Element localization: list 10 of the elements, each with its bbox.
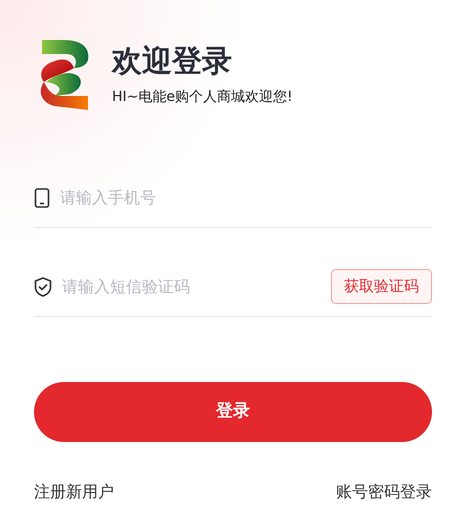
password-login-link[interactable]: 账号密码登录 <box>336 480 432 504</box>
shield-check-icon <box>34 276 52 296</box>
register-link[interactable]: 注册新用户 <box>34 480 114 504</box>
input-field[interactable]: 请输入手机号 <box>60 186 432 210</box>
welcome-title: 欢迎登录 <box>112 44 233 80</box>
phone-icon <box>34 188 50 208</box>
input-field[interactable]: 请输入短信验证码 <box>62 274 321 298</box>
welcome-subtitle: HI~电能e购个人商城欢迎您! <box>112 88 293 106</box>
get-code-button[interactable]: 获取验证码 <box>331 269 432 304</box>
login-button[interactable]: 登录 <box>34 382 432 442</box>
